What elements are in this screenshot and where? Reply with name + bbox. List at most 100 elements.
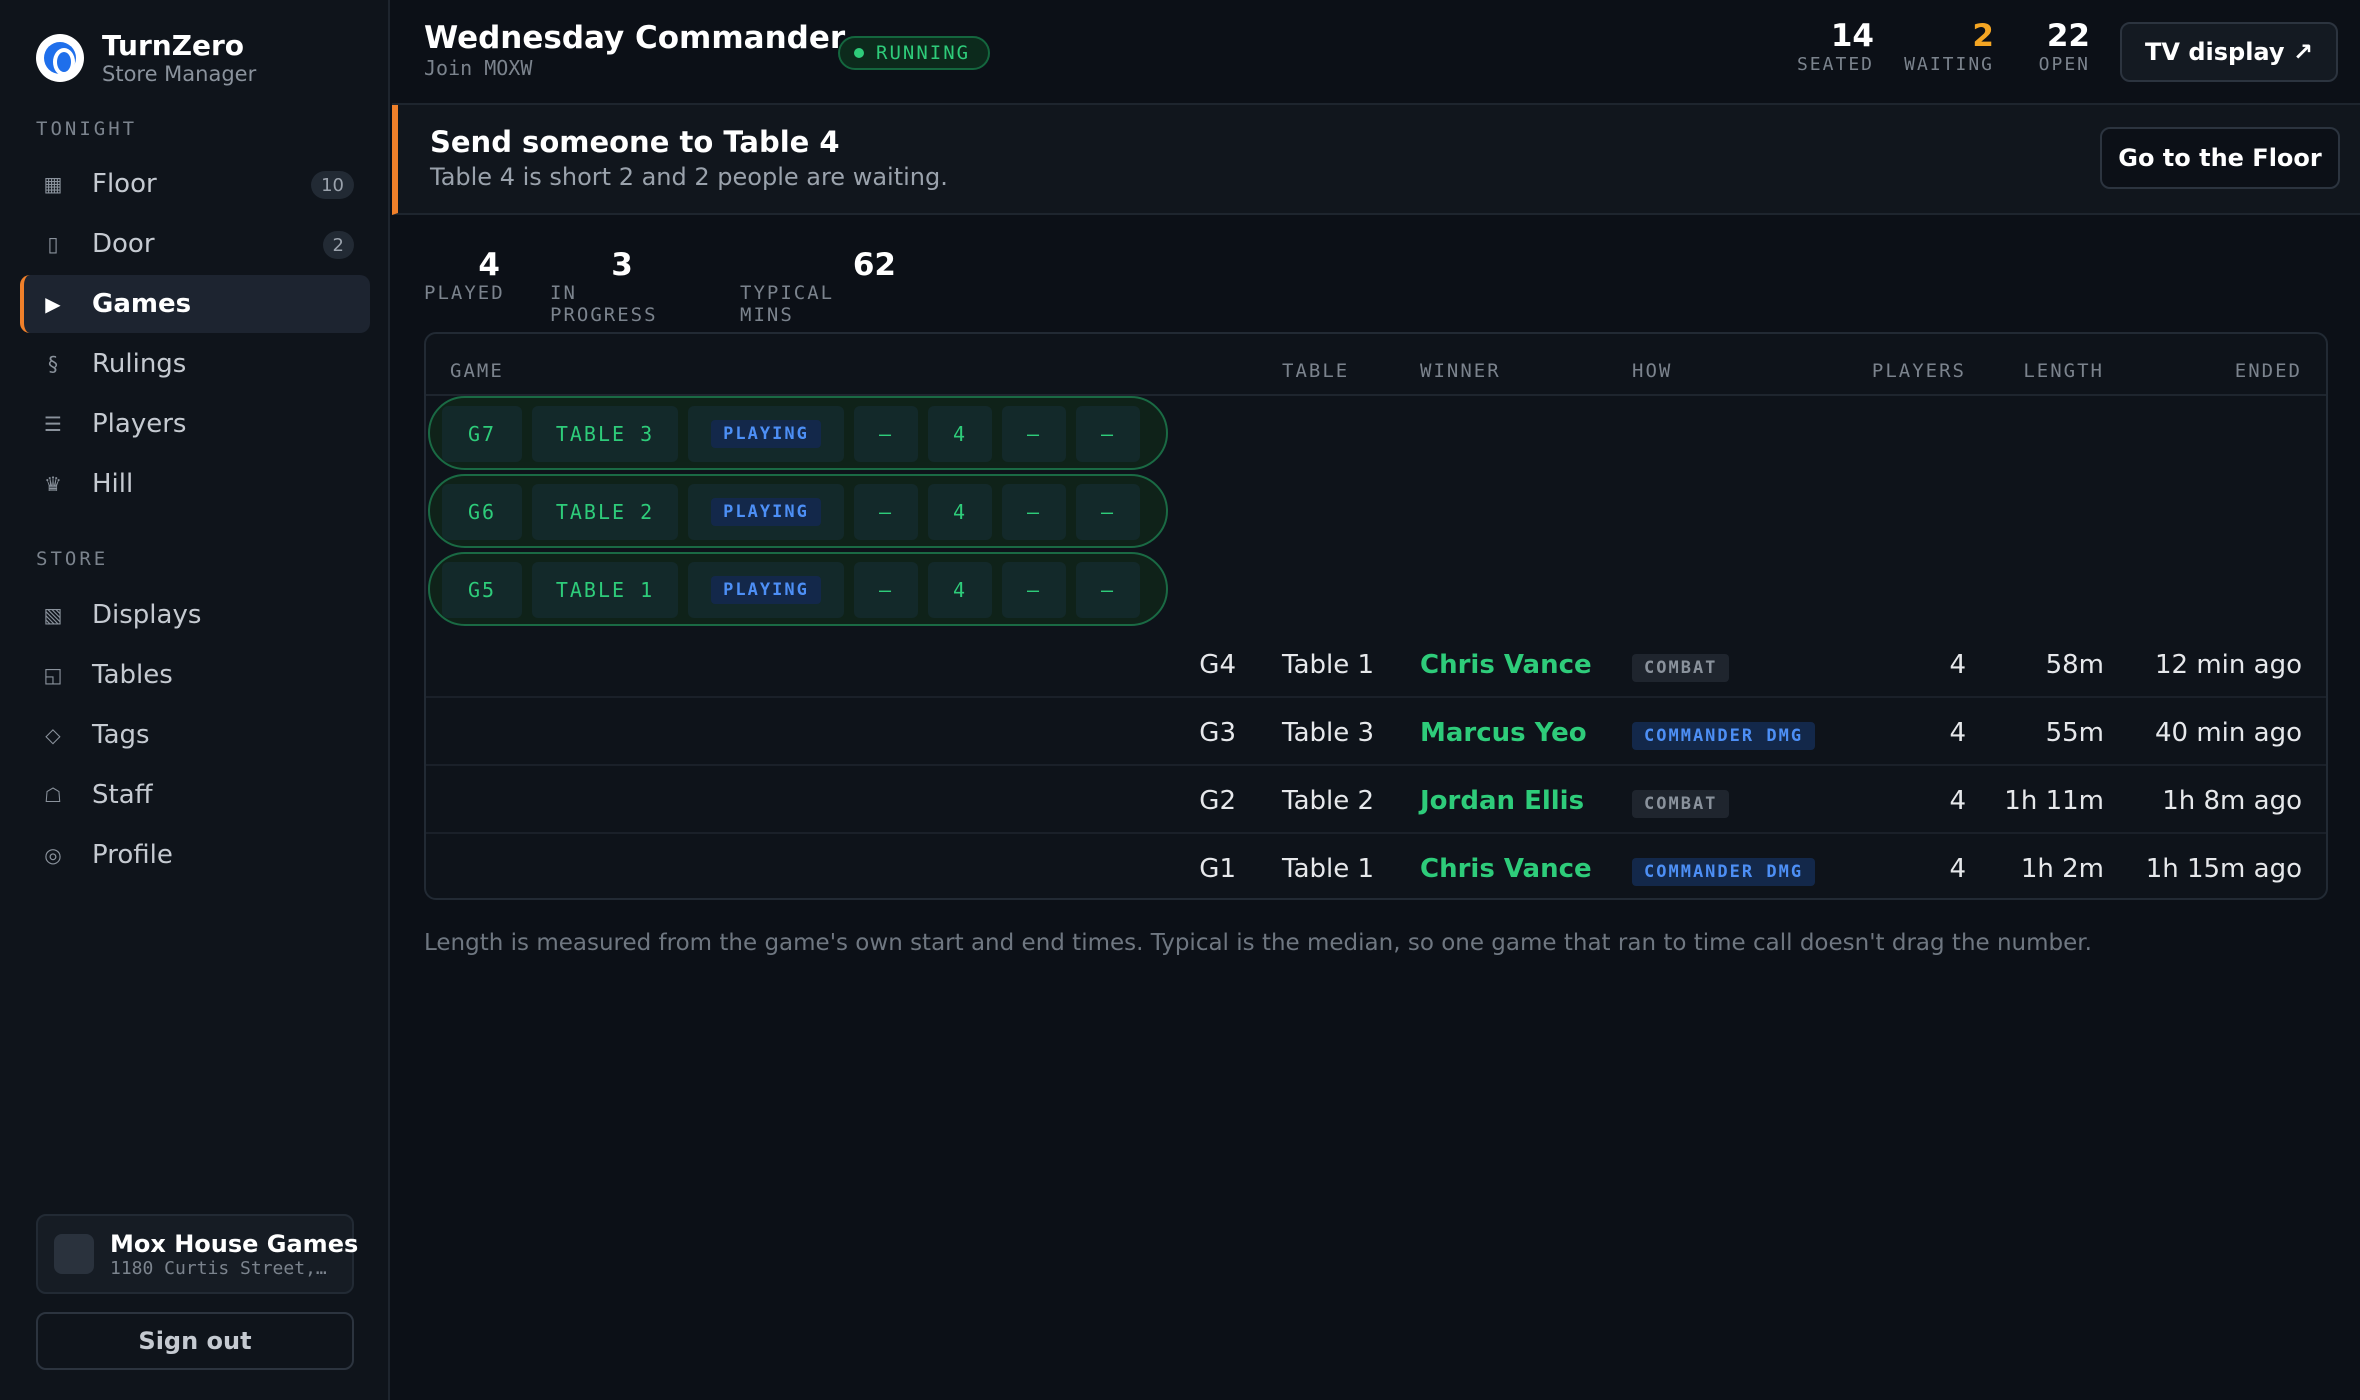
column-header-table[interactable]: TABLE — [1282, 360, 1349, 382]
alert-banner: Send someone to Table 4 Table 4 is short… — [392, 105, 2360, 215]
section-label-store: STORE — [36, 548, 109, 570]
live-game-row[interactable]: G6 TABLE 2 PLAYING – 4 – – — [428, 474, 1168, 548]
table-row[interactable]: G1 Table 1 Chris Vance COMMANDER DMG 4 1… — [426, 834, 2326, 898]
game-id: G2 — [1199, 786, 1236, 816]
winner-name[interactable]: Chris Vance — [1420, 854, 1592, 884]
winner-cell: – — [854, 406, 918, 462]
go-to-floor-button[interactable]: Go to the Floor — [2100, 127, 2340, 189]
sidebar-item-rulings[interactable]: § Rulings — [20, 335, 370, 393]
status-cell: PLAYING — [688, 562, 844, 618]
summary-played: 4 PLAYED — [424, 248, 505, 304]
sidebar-item-label: Hill — [92, 469, 134, 499]
game-length: 1h 11m — [2004, 786, 2104, 816]
length-cell: – — [1002, 562, 1066, 618]
how-badge: COMBAT — [1632, 654, 1730, 682]
summary-label: TYPICAL MINS — [740, 282, 835, 326]
summary-in-progress: 3 IN PROGRESS — [550, 248, 694, 326]
sidebar-item-door[interactable]: ▯ Door 2 — [20, 215, 370, 273]
game-id: G1 — [1199, 854, 1236, 884]
sidebar-item-label: Tables — [92, 660, 173, 690]
players-count: 4 — [1949, 718, 1966, 748]
stat-value: 2 — [1972, 18, 1994, 54]
sidebar-item-label: Games — [92, 289, 192, 319]
game-id: G7 — [442, 406, 522, 462]
table-row[interactable]: G2 Table 2 Jordan Ellis COMBAT 4 1h 11m … — [426, 766, 2326, 834]
section-label-tonight: TONIGHT — [36, 118, 138, 140]
column-header-game[interactable]: GAME — [450, 360, 504, 382]
staff-icon: ☖ — [44, 783, 62, 807]
footnote: Length is measured from the game's own s… — [424, 930, 2092, 956]
length-cell: – — [1002, 484, 1066, 540]
players-cell: 4 — [928, 406, 992, 462]
stat-value: 14 — [1830, 18, 1874, 54]
sidebar-item-staff[interactable]: ☖ Staff — [20, 766, 370, 824]
summary-value: 62 — [852, 247, 896, 283]
table-row[interactable]: G3 Table 3 Marcus Yeo COMMANDER DMG 4 55… — [426, 698, 2326, 766]
length-cell: – — [1002, 406, 1066, 462]
crown-icon: ♛ — [44, 472, 62, 496]
summary-value: 3 — [611, 247, 633, 283]
store-address: 1180 Curtis Street,… — [110, 1257, 327, 1279]
sidebar-item-tables[interactable]: ◱ Tables — [20, 646, 370, 704]
sidebar-item-profile[interactable]: ◎ Profile — [20, 826, 370, 884]
players-count: 4 — [1949, 786, 1966, 816]
game-id: G3 — [1199, 718, 1236, 748]
winner-cell: – — [854, 562, 918, 618]
table-row[interactable]: G4 Table 1 Chris Vance COMBAT 4 58m 12 m… — [426, 630, 2326, 698]
summary-label: PLAYED — [424, 282, 505, 304]
how-badge: COMMANDER DMG — [1632, 722, 1816, 750]
games-table: GAME TABLE WINNER HOW PLAYERS LENGTH END… — [424, 332, 2328, 900]
winner-name[interactable]: Chris Vance — [1420, 650, 1592, 680]
sidebar-item-players[interactable]: ☰ Players — [20, 395, 370, 453]
sidebar-item-label: Displays — [92, 600, 202, 630]
table-icon: ◱ — [43, 663, 63, 687]
sidebar-item-label: Profile — [92, 840, 173, 870]
sign-out-button[interactable]: Sign out — [36, 1312, 354, 1370]
stat-label: SEATED — [1796, 54, 1874, 75]
table-name: Table 3 — [1282, 718, 1375, 748]
winner-name[interactable]: Jordan Ellis — [1420, 786, 1584, 816]
sidebar-item-displays[interactable]: ▧ Displays — [20, 586, 370, 644]
brand-name: TurnZero — [102, 29, 245, 62]
tv-display-button[interactable]: TV display ↗ — [2120, 22, 2338, 82]
sidebar-item-label: Rulings — [92, 349, 187, 379]
table-name: Table 2 — [1282, 786, 1375, 816]
column-header-length[interactable]: LENGTH — [2023, 360, 2104, 382]
winner-name[interactable]: Marcus Yeo — [1420, 718, 1587, 748]
column-header-winner[interactable]: WINNER — [1420, 360, 1501, 382]
sidebar-item-tags[interactable]: ◇ Tags — [20, 706, 370, 764]
column-header-players[interactable]: PLAYERS — [1872, 360, 1966, 382]
page-title: Wednesday Commander — [424, 20, 846, 56]
brand[interactable]: TurnZero Store Manager — [36, 30, 256, 86]
players-cell: 4 — [928, 562, 992, 618]
sidebar-item-label: Door — [92, 229, 155, 259]
status-cell: PLAYING — [688, 406, 844, 462]
stat-label: OPEN — [2038, 54, 2090, 75]
column-header-ended[interactable]: ENDED — [2235, 360, 2302, 382]
table-name: Table 1 — [1282, 854, 1375, 884]
ended-cell: – — [1076, 484, 1140, 540]
live-game-row[interactable]: G5 TABLE 1 PLAYING – 4 – – — [428, 552, 1168, 626]
ended-time: 12 min ago — [2155, 650, 2302, 680]
game-length: 55m — [2045, 718, 2104, 748]
play-icon: ▶ — [45, 292, 61, 316]
sidebar-item-games[interactable]: ▶ Games — [20, 275, 370, 333]
alert-title: Send someone to Table 4 — [430, 125, 840, 159]
stat-label: WAITING — [1904, 54, 1994, 75]
ended-cell: – — [1076, 562, 1140, 618]
game-length: 58m — [2045, 650, 2104, 680]
game-id: G6 — [442, 484, 522, 540]
stat-seated: 14 SEATED — [1797, 18, 1874, 75]
players-cell: 4 — [928, 484, 992, 540]
players-count: 4 — [1949, 650, 1966, 680]
sidebar-item-hill[interactable]: ♛ Hill — [20, 455, 370, 513]
live-game-row[interactable]: G7 TABLE 3 PLAYING – 4 – – — [428, 396, 1168, 470]
store-name: Mox House Games — [110, 1229, 359, 1258]
column-header-how[interactable]: HOW — [1632, 360, 1672, 382]
count-badge: 10 — [311, 171, 354, 199]
store-avatar — [54, 1234, 94, 1274]
table-name: TABLE 1 — [532, 562, 678, 618]
sidebar-item-floor[interactable]: ▦ Floor 10 — [20, 155, 370, 213]
game-id: G5 — [442, 562, 522, 618]
store-card[interactable]: Mox House Games 1180 Curtis Street,… — [36, 1214, 358, 1294]
